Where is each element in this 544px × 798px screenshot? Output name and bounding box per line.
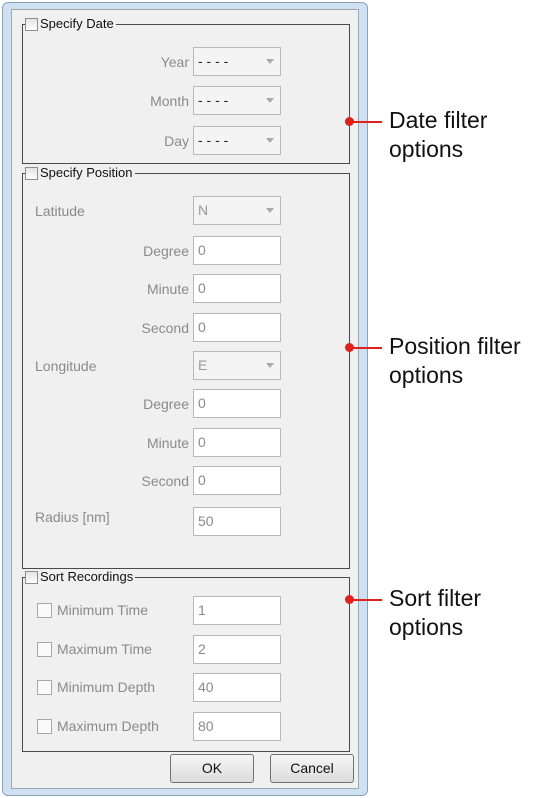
min-time-checkbox[interactable] bbox=[37, 602, 52, 618]
sort-row-max-time: Maximum Time bbox=[37, 641, 152, 657]
chevron-down-icon bbox=[266, 208, 274, 213]
lon-degree-value: 0 bbox=[198, 395, 206, 411]
callout-line bbox=[352, 347, 382, 349]
lat-second-input[interactable]: 0 bbox=[193, 313, 281, 342]
date-callout-line1: Date filter bbox=[389, 107, 488, 133]
lat-degree-input[interactable]: 0 bbox=[193, 236, 281, 265]
latitude-select[interactable]: N bbox=[193, 196, 281, 225]
sort-group-legend[interactable]: Sort Recordings bbox=[25, 569, 136, 585]
lon-minute-input[interactable]: 0 bbox=[193, 428, 281, 457]
year-label: Year bbox=[160, 54, 189, 70]
radius-label: Radius [nm] bbox=[35, 509, 110, 525]
lat-minute-input[interactable]: 0 bbox=[193, 274, 281, 303]
min-depth-value: 40 bbox=[198, 679, 214, 695]
lon-second-input[interactable]: 0 bbox=[193, 466, 281, 495]
lon-degree-label: Degree bbox=[143, 396, 189, 412]
latitude-label: Latitude bbox=[35, 203, 85, 219]
lon-second-label: Second bbox=[141, 473, 189, 489]
date-callout-line2: options bbox=[389, 136, 464, 162]
sort-callout-line2: options bbox=[389, 614, 464, 640]
ok-button[interactable]: OK bbox=[170, 754, 254, 783]
sort-recordings-checkbox[interactable] bbox=[25, 570, 38, 584]
lon-second-value: 0 bbox=[198, 472, 206, 488]
max-time-label: Maximum Time bbox=[57, 641, 152, 657]
longitude-label: Longitude bbox=[35, 358, 97, 374]
specify-date-label: Specify Date bbox=[40, 16, 114, 31]
callout-line bbox=[352, 121, 382, 123]
max-depth-label: Maximum Depth bbox=[57, 718, 159, 734]
sort-callout-line1: Sort filter bbox=[389, 585, 482, 611]
lon-minute-label: Minute bbox=[146, 435, 189, 451]
min-depth-checkbox[interactable] bbox=[37, 679, 52, 695]
year-value: - - - - bbox=[198, 53, 229, 69]
chevron-down-icon bbox=[266, 138, 274, 143]
dialog-window: Specify Date Year - - - - Month - - - - … bbox=[2, 2, 368, 796]
radius-input[interactable]: 50 bbox=[193, 507, 281, 536]
lat-degree-label: Degree bbox=[143, 243, 189, 259]
lat-second-value: 0 bbox=[198, 319, 206, 335]
day-value: - - - - bbox=[198, 132, 229, 148]
min-depth-label: Minimum Depth bbox=[57, 679, 156, 695]
sort-row-max-depth: Maximum Depth bbox=[37, 718, 159, 734]
max-time-checkbox[interactable] bbox=[37, 641, 52, 657]
min-time-input[interactable]: 1 bbox=[193, 596, 281, 625]
year-select[interactable]: - - - - bbox=[193, 47, 281, 76]
sort-recordings-label: Sort Recordings bbox=[40, 569, 134, 584]
specify-date-checkbox[interactable] bbox=[25, 17, 38, 31]
position-callout-line1: Position filter bbox=[389, 333, 521, 359]
longitude-select[interactable]: E bbox=[193, 351, 281, 380]
month-select[interactable]: - - - - bbox=[193, 86, 281, 115]
lat-minute-value: 0 bbox=[198, 280, 206, 296]
min-time-label: Minimum Time bbox=[57, 602, 149, 618]
cancel-button[interactable]: Cancel bbox=[270, 754, 354, 783]
max-depth-value: 80 bbox=[198, 718, 214, 734]
max-time-input[interactable]: 2 bbox=[193, 635, 281, 664]
min-depth-input[interactable]: 40 bbox=[193, 673, 281, 702]
chevron-down-icon bbox=[266, 59, 274, 64]
lon-minute-value: 0 bbox=[198, 434, 206, 450]
latitude-value: N bbox=[198, 202, 209, 218]
chevron-down-icon bbox=[266, 98, 274, 103]
longitude-value: E bbox=[198, 357, 208, 373]
sort-group: Sort Recordings Minimum Time 1 Maximum T… bbox=[22, 569, 350, 752]
sort-row-min-depth: Minimum Depth bbox=[37, 679, 155, 695]
lon-degree-input[interactable]: 0 bbox=[193, 389, 281, 418]
position-callout-line2: options bbox=[389, 362, 464, 388]
max-depth-checkbox[interactable] bbox=[37, 718, 52, 734]
max-depth-input[interactable]: 80 bbox=[193, 712, 281, 741]
radius-value: 50 bbox=[198, 513, 214, 529]
max-time-value: 2 bbox=[198, 641, 206, 657]
day-label: Day bbox=[164, 133, 189, 149]
chevron-down-icon bbox=[266, 363, 274, 368]
date-group: Specify Date Year - - - - Month - - - - … bbox=[22, 16, 350, 164]
sort-row-min-time: Minimum Time bbox=[37, 602, 148, 618]
position-group: Specify Position Latitude N Degree 0 Min… bbox=[22, 165, 350, 569]
month-label: Month bbox=[150, 93, 189, 109]
dialog-client-area: Specify Date Year - - - - Month - - - - … bbox=[11, 9, 359, 789]
day-select[interactable]: - - - - bbox=[193, 126, 281, 155]
specify-position-label: Specify Position bbox=[40, 165, 133, 180]
lat-second-label: Second bbox=[141, 320, 189, 336]
date-group-legend[interactable]: Specify Date bbox=[25, 16, 116, 32]
callout-line bbox=[352, 599, 382, 601]
lat-minute-label: Minute bbox=[146, 281, 189, 297]
month-value: - - - - bbox=[198, 92, 229, 108]
specify-position-checkbox[interactable] bbox=[25, 166, 38, 180]
position-group-legend[interactable]: Specify Position bbox=[25, 165, 135, 181]
min-time-value: 1 bbox=[198, 602, 206, 618]
lat-degree-value: 0 bbox=[198, 242, 206, 258]
